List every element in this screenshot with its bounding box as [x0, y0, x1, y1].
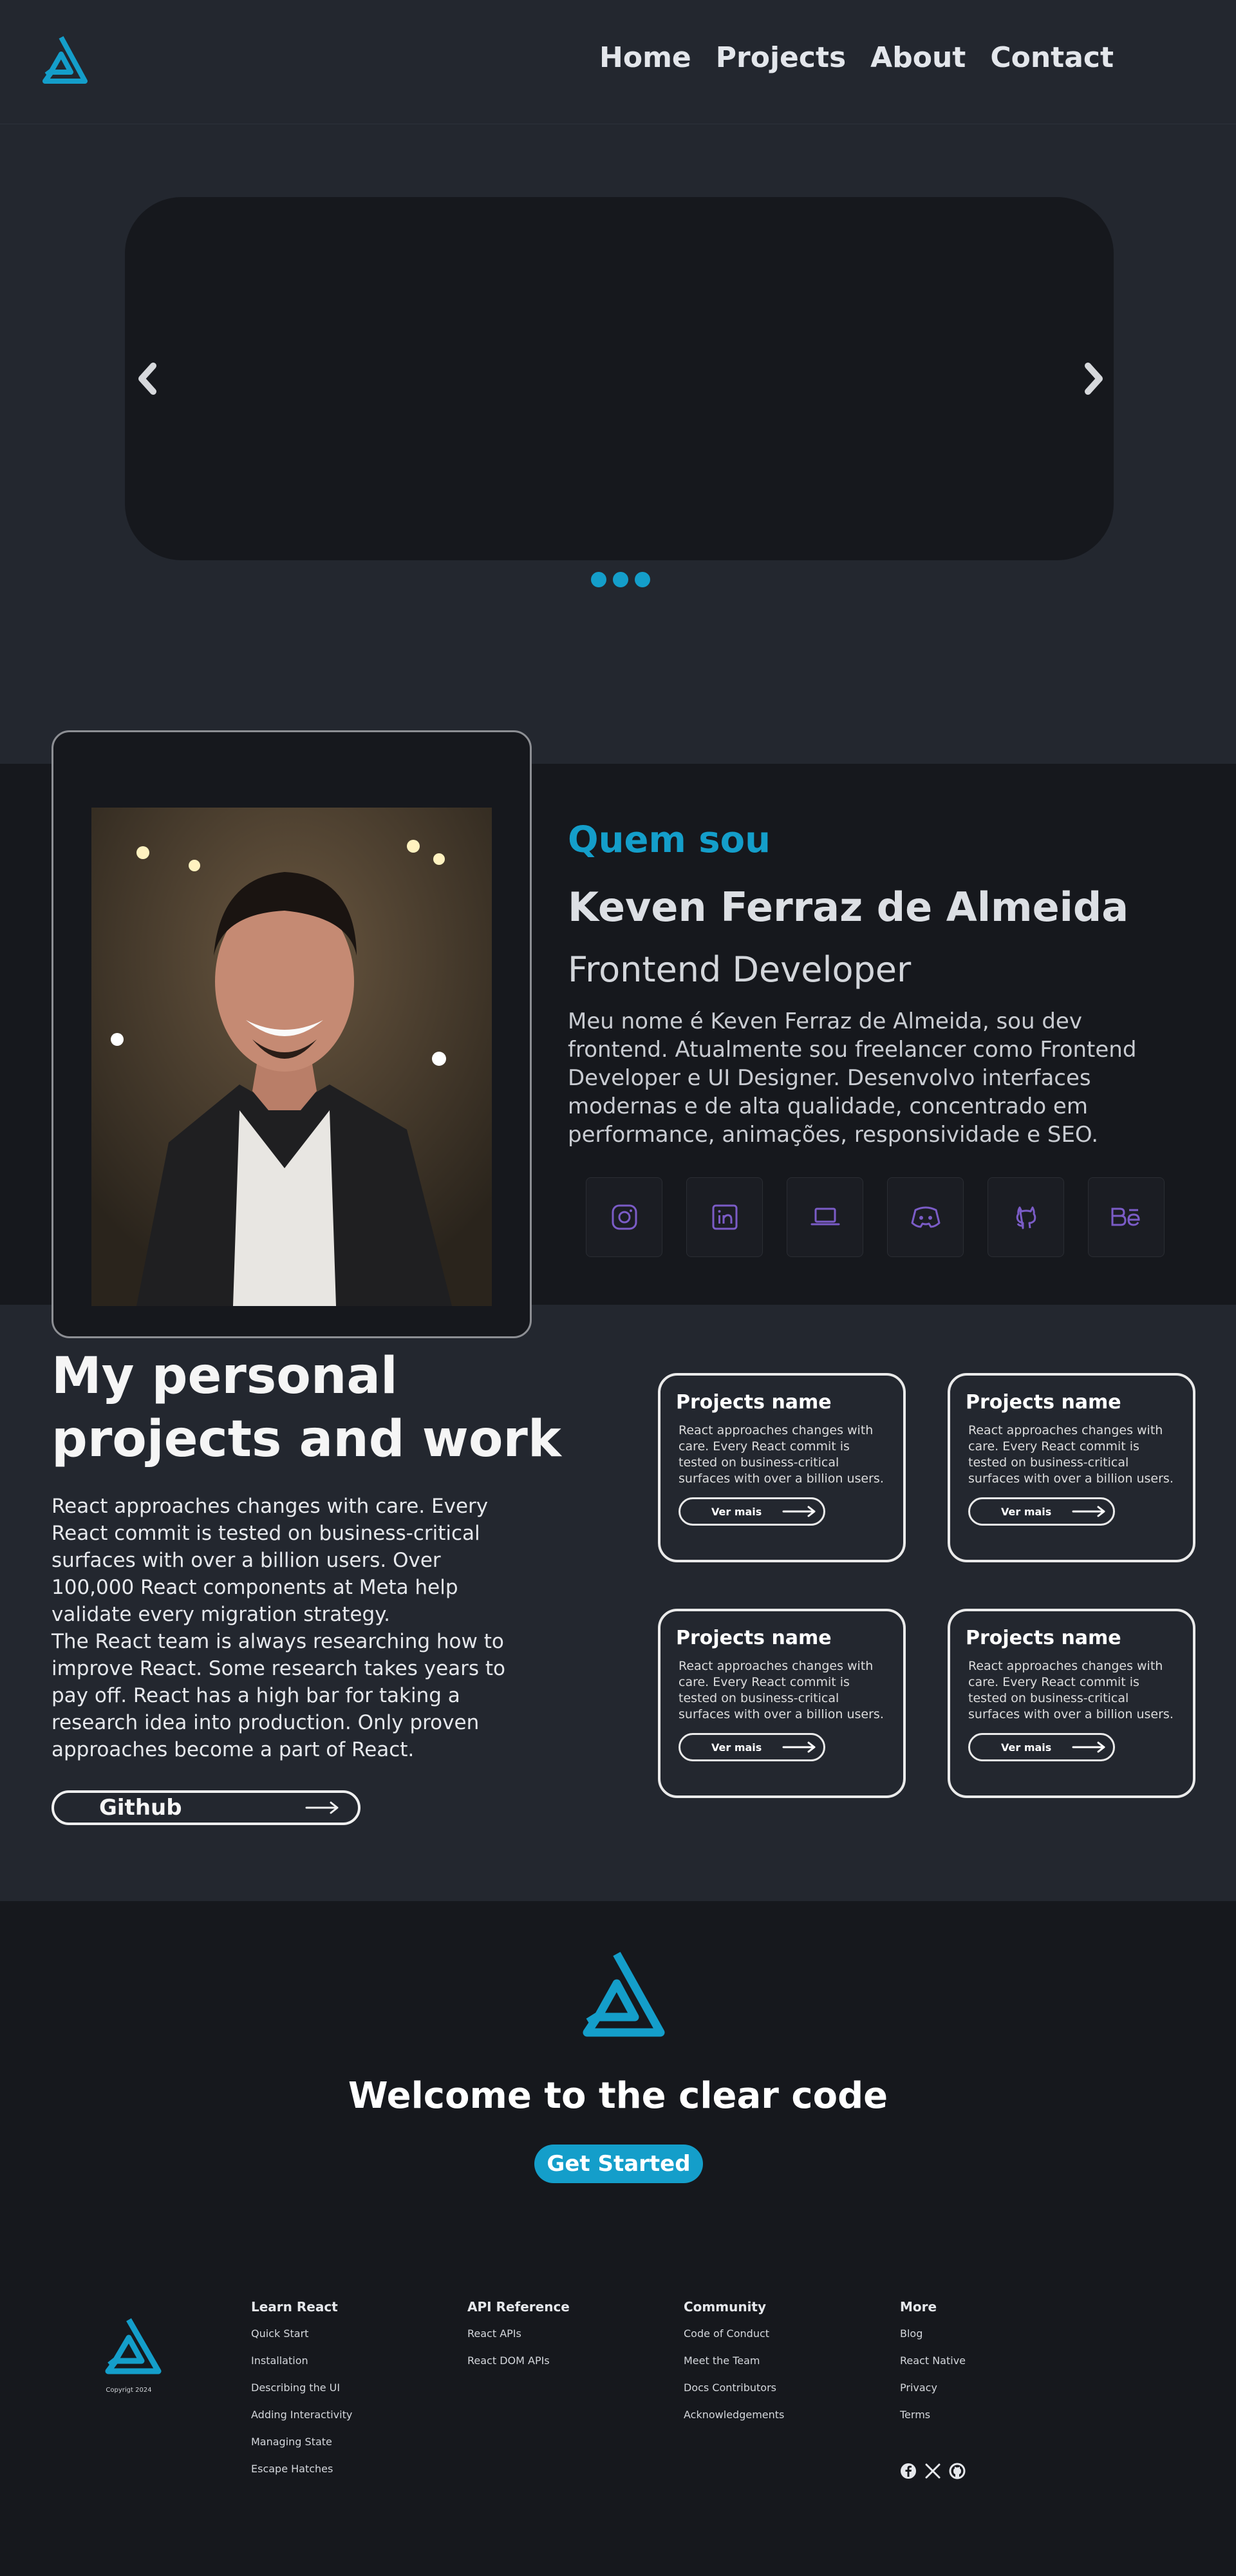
footer-link[interactable]: Adding Interactivity: [251, 2409, 352, 2423]
footer-link[interactable]: Code of Conduct: [684, 2327, 784, 2342]
github-button[interactable]: Github: [52, 1790, 360, 1825]
linkedin-link[interactable]: [686, 1177, 763, 1257]
footer-link[interactable]: Managing State: [251, 2436, 352, 2450]
nav-projects-link[interactable]: Projects: [716, 41, 846, 74]
facebook-icon[interactable]: [900, 2463, 917, 2479]
portfolio-link[interactable]: [787, 1177, 863, 1257]
carousel-dot[interactable]: [635, 572, 650, 587]
github-icon[interactable]: [949, 2463, 966, 2479]
nav-about-link[interactable]: About: [870, 41, 966, 74]
profile-bio: Meu nome é Keven Ferraz de Almeida, sou …: [568, 1009, 1137, 1148]
discord-icon: [911, 1206, 940, 1228]
footer-link[interactable]: React APIs: [467, 2327, 570, 2342]
project-card-text: React approaches changes with care. Ever…: [679, 1423, 884, 1486]
carousel-dots: [591, 572, 650, 587]
ver-mais-button[interactable]: Ver mais: [679, 1733, 825, 1761]
ver-mais-label: Ver mais: [711, 1741, 762, 1754]
project-card-text: React approaches changes with care. Ever…: [968, 1659, 1174, 1721]
footer-link[interactable]: React DOM APIs: [467, 2354, 570, 2369]
social-links: [586, 1177, 1165, 1257]
project-card-title: Projects name: [966, 1627, 1121, 1649]
footer-link[interactable]: Meet the Team: [684, 2354, 784, 2369]
footer-column-title: Community: [684, 2299, 767, 2315]
footer-column-api-reference: API Reference React APIs React DOM APIs: [467, 2299, 570, 2382]
projects-title: My personal projects and work: [52, 1347, 561, 1468]
x-icon[interactable]: [924, 2463, 941, 2479]
hero-carousel: [125, 197, 1114, 560]
instagram-icon: [612, 1204, 637, 1230]
project-card-title: Projects name: [676, 1391, 832, 1414]
footer-link[interactable]: Quick Start: [251, 2327, 352, 2342]
main-nav: Home Projects About Contact: [599, 41, 1114, 74]
triangle-logo-icon[interactable]: [94, 2315, 164, 2376]
triangle-logo-icon[interactable]: [32, 32, 90, 90]
chevron-left-icon[interactable]: [129, 353, 167, 404]
projects-description-p2: The React team is always researching how…: [52, 1630, 506, 1761]
profile-role: Frontend Developer: [568, 949, 912, 990]
triangle-logo-icon: [583, 1951, 665, 2037]
arrow-right-icon: [1072, 1741, 1105, 1753]
arrow-right-icon: [1072, 1506, 1105, 1517]
footer-link[interactable]: React Native: [900, 2354, 966, 2369]
get-started-label: Get Started: [547, 2151, 691, 2177]
footer-link[interactable]: Privacy: [900, 2382, 966, 2396]
behance-icon: [1111, 1208, 1140, 1226]
arrow-right-icon: [782, 1741, 816, 1753]
footer-column-learn-react: Learn React Quick Start Installation Des…: [251, 2299, 352, 2490]
projects-description: React approaches changes with care. Ever…: [52, 1493, 515, 1763]
arrow-right-icon: [305, 1801, 339, 1814]
ver-mais-button[interactable]: Ver mais: [679, 1497, 825, 1526]
profile-photo: [91, 808, 492, 1306]
chevron-right-icon[interactable]: [1074, 353, 1112, 404]
linkedin-icon: [712, 1204, 737, 1230]
footer-link[interactable]: Terms: [900, 2409, 966, 2423]
copyright-text: Copyrigt 2024: [106, 2387, 152, 2394]
github-link[interactable]: [988, 1177, 1064, 1257]
profile-name: Keven Ferraz de Almeida: [568, 884, 1129, 931]
footer-link[interactable]: Describing the UI: [251, 2382, 352, 2396]
footer-social-links: [900, 2463, 966, 2479]
footer-link[interactable]: Installation: [251, 2354, 352, 2369]
ver-mais-button[interactable]: Ver mais: [968, 1733, 1115, 1761]
nav-home-link[interactable]: Home: [599, 41, 691, 74]
laptop-icon: [810, 1208, 839, 1226]
footer-link[interactable]: Blog: [900, 2327, 966, 2342]
footer-column-community: Community Code of Conduct Meet the Team …: [684, 2299, 784, 2436]
project-card-title: Projects name: [676, 1627, 832, 1649]
behance-link[interactable]: [1088, 1177, 1165, 1257]
discord-link[interactable]: [887, 1177, 964, 1257]
ver-mais-label: Ver mais: [711, 1505, 762, 1518]
about-kicker: Quem sou: [568, 819, 771, 861]
nav-contact-link[interactable]: Contact: [990, 41, 1114, 74]
footer-column-title: More: [900, 2299, 937, 2315]
project-card-title: Projects name: [966, 1391, 1121, 1414]
footer-link[interactable]: Escape Hatches: [251, 2463, 352, 2477]
footer-link[interactable]: Docs Contributors: [684, 2382, 784, 2396]
footer-link[interactable]: Acknowledgements: [684, 2409, 784, 2423]
carousel-dot[interactable]: [591, 572, 606, 587]
project-card[interactable]: Projects name React approaches changes w…: [948, 1609, 1195, 1798]
arrow-right-icon: [782, 1506, 816, 1517]
project-card[interactable]: Projects name React approaches changes w…: [658, 1609, 906, 1798]
projects-description-p1: React approaches changes with care. Ever…: [52, 1495, 489, 1626]
project-card[interactable]: Projects name React approaches changes w…: [658, 1373, 906, 1562]
ver-mais-label: Ver mais: [1001, 1505, 1052, 1518]
project-card-text: React approaches changes with care. Ever…: [679, 1659, 884, 1721]
footer-column-title: Learn React: [251, 2299, 338, 2315]
welcome-title: Welcome to the clear code: [348, 2075, 888, 2117]
github-button-label: Github: [99, 1795, 182, 1821]
carousel-dot[interactable]: [613, 572, 628, 587]
ver-mais-button[interactable]: Ver mais: [968, 1497, 1115, 1526]
get-started-button[interactable]: Get Started: [534, 2145, 703, 2183]
ver-mais-label: Ver mais: [1001, 1741, 1052, 1754]
project-card-text: React approaches changes with care. Ever…: [968, 1423, 1174, 1486]
instagram-link[interactable]: [586, 1177, 662, 1257]
github-icon: [1016, 1206, 1036, 1229]
footer-column-more: More Blog React Native Privacy Terms: [900, 2299, 966, 2436]
project-card[interactable]: Projects name React approaches changes w…: [948, 1373, 1195, 1562]
footer-column-title: API Reference: [467, 2299, 570, 2315]
